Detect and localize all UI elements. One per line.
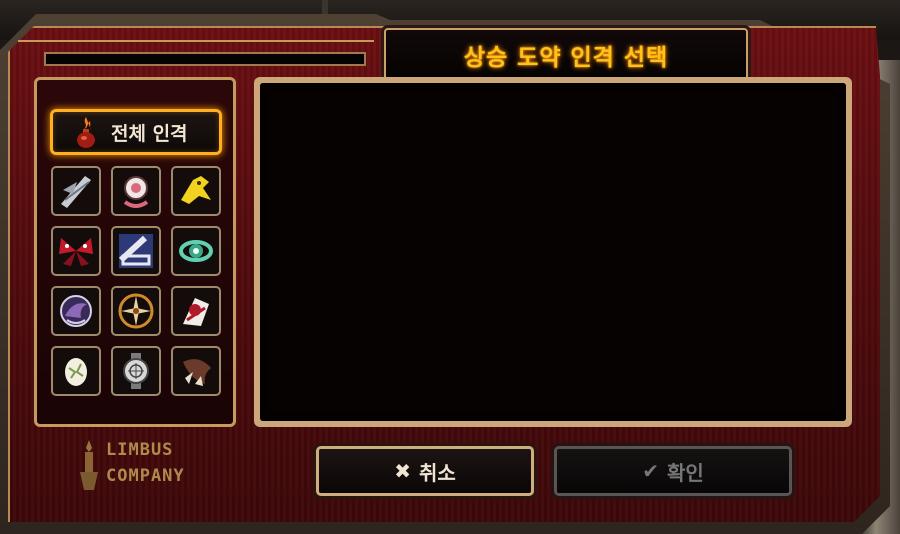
check-icon: ✔	[642, 459, 659, 483]
donquixote-horse-icon	[181, 176, 211, 204]
heathcliff-raven-icon	[60, 295, 92, 327]
sinclair-egg-icon	[65, 358, 87, 386]
sinner-filter-rodion[interactable]	[171, 286, 221, 336]
yisang-feather-icon	[61, 176, 91, 208]
cancel-button[interactable]: ✖ 취소	[316, 446, 534, 496]
rodion-rose-icon	[183, 298, 209, 326]
dialog-title: 상승 도약 인격 선택	[463, 45, 669, 71]
frame-trim	[18, 40, 374, 42]
ryoshu-butterfly-icon	[59, 238, 93, 266]
honglu-lantern-icon	[179, 240, 213, 262]
sinner-filter-gregor[interactable]	[171, 346, 221, 396]
selection-progress-bar	[44, 52, 366, 66]
sinner-filter-meursault[interactable]	[111, 226, 161, 276]
ishmael-compass-icon	[118, 293, 154, 329]
sinner-filter-ryoshu[interactable]	[51, 226, 101, 276]
sinner-filter-yisang[interactable]	[51, 166, 101, 216]
logo-line-2: COMPANY	[106, 466, 185, 486]
identity-list-panel	[254, 77, 852, 427]
faust-clock-icon	[123, 176, 149, 208]
sinner-filter-heathcliff[interactable]	[51, 286, 101, 336]
identity-list-area[interactable]	[260, 83, 846, 421]
sinner-filter-outis[interactable]	[111, 346, 161, 396]
sinner-filter-faust[interactable]	[111, 166, 161, 216]
all-identities-button[interactable]: 전체 인격	[50, 109, 222, 155]
sinner-filter-ishmael[interactable]	[111, 286, 161, 336]
sinner-filter-sinclair[interactable]	[51, 346, 101, 396]
sinner-filter-panel: 전체 인격	[34, 77, 236, 427]
confirm-button[interactable]: ✔ 확인	[554, 446, 792, 496]
outis-watch-icon	[123, 353, 149, 389]
lamp-emblem-icon	[80, 440, 98, 490]
logo-line-1: LIMBUS	[106, 440, 174, 460]
confirm-label: 확인	[666, 460, 704, 485]
cancel-label: 취소	[418, 460, 456, 485]
sinner-filter-donquixote[interactable]	[171, 166, 221, 216]
flame-vial-icon	[77, 117, 95, 148]
meursault-shackle-icon	[118, 234, 153, 268]
limbus-company-logo: LIMBUS COMPANY	[72, 436, 192, 494]
x-icon: ✖	[394, 459, 411, 483]
sinner-filter-honglu[interactable]	[171, 226, 221, 276]
all-identities-label: 전체 인격	[111, 122, 188, 145]
title-plate: 상승 도약 인격 선택	[384, 28, 748, 82]
gregor-bug-icon	[183, 359, 211, 386]
